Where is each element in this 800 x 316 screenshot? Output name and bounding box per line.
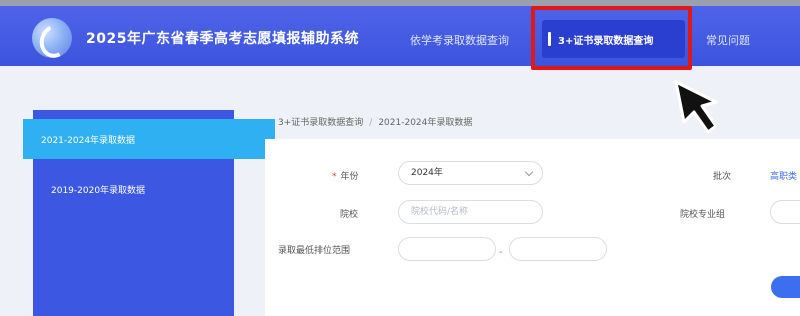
breadcrumb-parent[interactable]: 3+证书录取数据查询 xyxy=(278,118,363,128)
breadcrumb-separator: / xyxy=(369,118,373,128)
year-select[interactable]: 2024年 xyxy=(398,161,543,185)
query-button[interactable] xyxy=(771,276,800,298)
breadcrumb-current: 2021-2024年录取数据 xyxy=(378,118,473,128)
year-select-value: 2024年 xyxy=(411,168,443,178)
sidebar-item-2021-2024[interactable]: 2021-2024年录取数据 xyxy=(23,119,275,159)
sidebar-item-label: 2021-2024年录取数据 xyxy=(41,136,136,146)
rank-min-input[interactable] xyxy=(398,237,496,261)
rank-range-label: 录取最低排位范围 xyxy=(278,246,351,256)
app-logo xyxy=(32,18,72,58)
highlight-annotation-box xyxy=(531,6,692,70)
range-separator: - xyxy=(499,247,503,258)
mouse-cursor-icon xyxy=(674,80,718,134)
school-label: 院校 xyxy=(340,210,359,220)
major-group-input[interactable] xyxy=(770,200,800,224)
school-input[interactable]: 院校代码/名称 xyxy=(398,200,543,224)
rank-max-input[interactable] xyxy=(509,237,607,261)
sidebar-item-label: 2019-2020年录取数据 xyxy=(51,186,146,196)
required-mark: * xyxy=(332,172,337,182)
nav-xuekao-query[interactable]: 依学考录取数据查询 xyxy=(410,32,509,48)
breadcrumb: 3+证书录取数据查询 / 2021-2024年录取数据 xyxy=(278,115,472,128)
sidebar-item-2019-2020[interactable]: 2019-2020年录取数据 xyxy=(33,174,234,204)
batch-select[interactable]: 高职类 xyxy=(770,169,797,182)
app-title: 2025年广东省春季高考志愿填报辅助系统 xyxy=(86,31,359,47)
batch-label: 批次 xyxy=(713,172,732,182)
sidebar: 2021-2024年录取数据 2019-2020年录取数据 xyxy=(23,110,275,316)
year-label: * 年份 xyxy=(332,172,359,182)
major-group-label: 院校专业组 xyxy=(680,210,726,220)
chevron-down-icon xyxy=(524,167,534,177)
nav-faq[interactable]: 常见问题 xyxy=(706,32,750,48)
